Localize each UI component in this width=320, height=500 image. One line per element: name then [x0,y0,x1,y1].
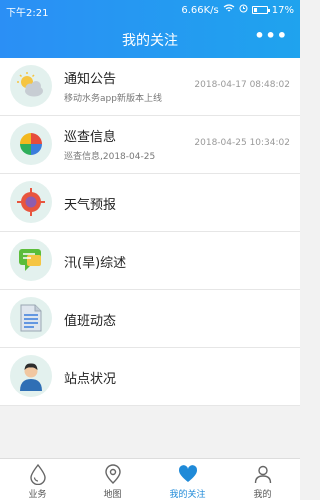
tab-business[interactable]: 业务 [0,459,75,500]
status-time: 下午2:21 [6,8,49,19]
person-icon [10,355,52,397]
document-icon [10,297,52,339]
heart-icon [178,465,197,482]
status-bar: 下午2:21 6.66K/s 17% [0,0,300,20]
wifi-icon [223,4,235,16]
item-date: 2018-04-17 08:48:02 [194,80,290,90]
network-speed: 6.66K/s [181,4,219,16]
item-subtitle: 移动水务app新版本上线 [64,94,162,104]
bottom-tab-bar: 业务 地图 我的关注 我的 [0,458,300,500]
battery-level: 17% [271,4,294,16]
list-item-flood-summary[interactable]: 汛(旱)综述 [0,232,300,290]
list-item-inspection[interactable]: 巡查信息 巡查信息,2018-04-25 2018-04-25 10:34:02 [0,116,300,174]
item-date: 2018-04-25 10:34:02 [194,138,290,148]
item-title: 汛(旱)综述 [64,256,127,271]
item-title: 值班动态 [64,314,117,329]
weather-cloud-sun-icon [10,65,52,107]
item-title: 巡查信息 [64,130,117,145]
target-icon [10,181,52,223]
tab-my-follow[interactable]: 我的关注 [150,459,225,500]
list-item-station[interactable]: 站点状况 [0,348,300,406]
battery-icon [251,6,270,14]
user-icon [254,465,271,484]
pinwheel-icon [10,123,52,165]
item-title: 天气预报 [64,198,117,213]
list-item-notice[interactable]: 通知公告 移动水务app新版本上线 2018-04-17 08:48:02 [0,58,300,116]
tab-label: 我的 [253,490,272,500]
drop-icon [29,463,46,485]
chat-bubble-icon [10,239,52,281]
item-title: 站点状况 [64,372,117,387]
item-subtitle: 巡查信息,2018-04-25 [64,152,156,162]
title-bar: 我的关注 ••• [0,20,300,58]
tab-mine[interactable]: 我的 [225,459,300,500]
tab-map[interactable]: 地图 [75,459,150,500]
item-title: 通知公告 [64,72,117,87]
tab-label: 地图 [103,490,122,500]
alarm-icon [239,4,248,16]
tab-label: 业务 [28,490,47,500]
list-item-weather[interactable]: 天气预报 [0,174,300,232]
tab-label: 我的关注 [169,490,206,500]
more-menu-button[interactable]: ••• [254,26,288,45]
map-pin-icon [104,464,121,484]
list-item-duty[interactable]: 值班动态 [0,290,300,348]
follow-list: 通知公告 移动水务app新版本上线 2018-04-17 08:48:02 巡查… [0,58,300,406]
